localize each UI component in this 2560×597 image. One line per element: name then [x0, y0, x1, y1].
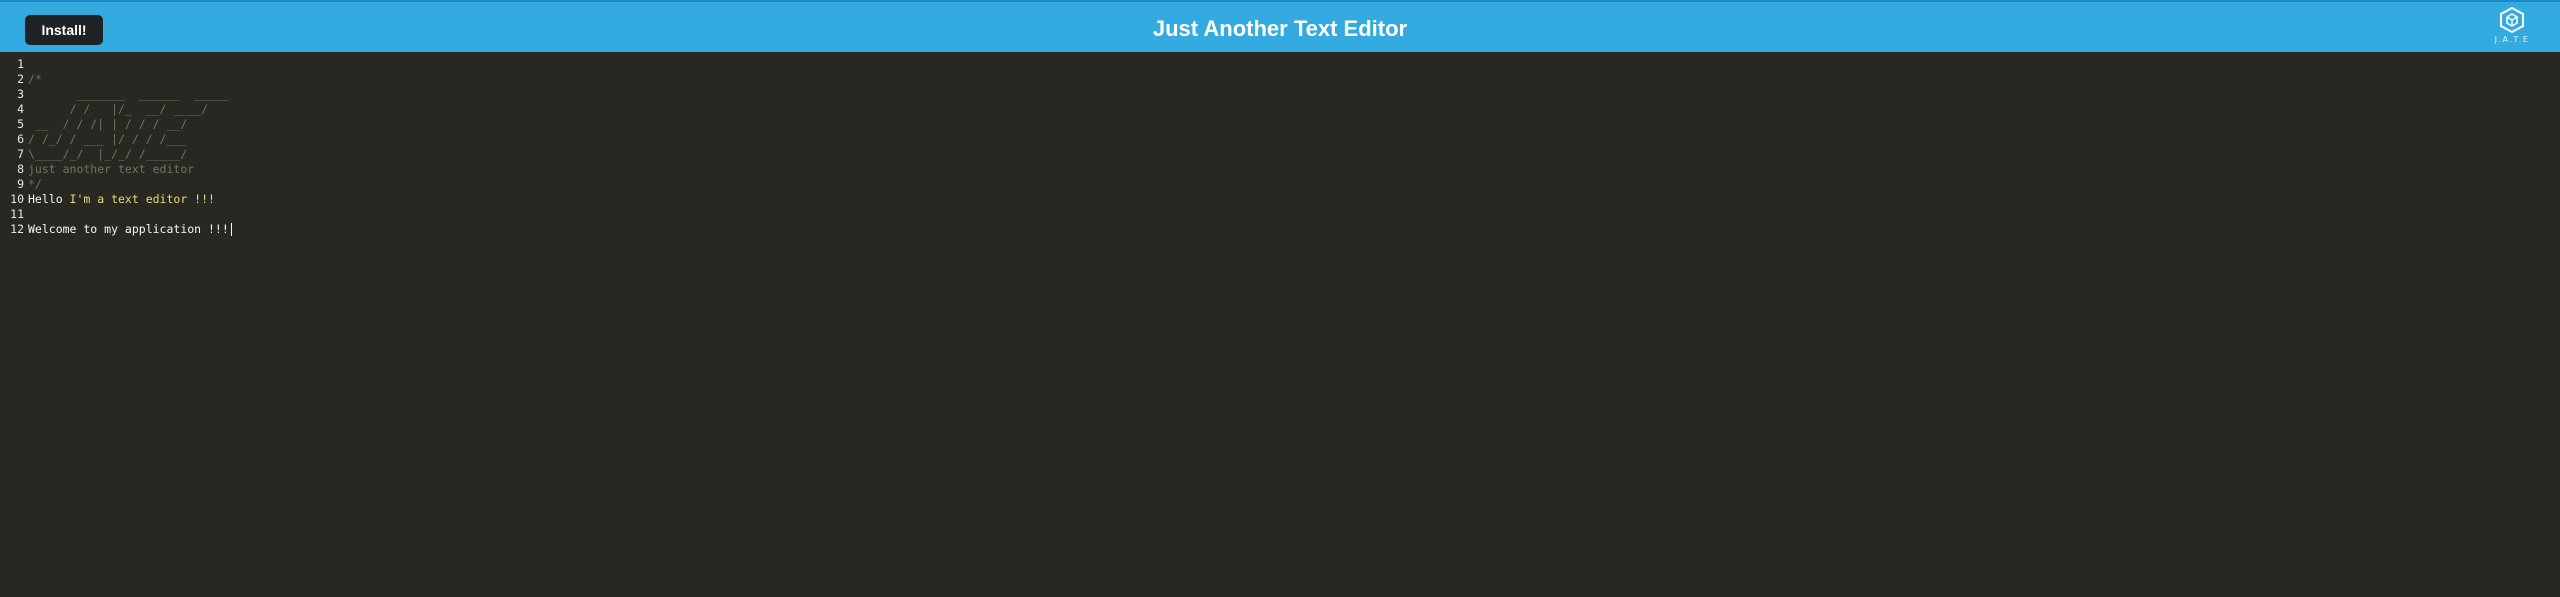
code-text: Welcome to my application !!! — [28, 222, 229, 236]
code-comment: */ — [28, 177, 42, 191]
code-comment: _______ ______ _____ — [28, 87, 229, 101]
text-cursor — [230, 223, 232, 236]
editor-line[interactable]: 6 / /_/ / ___ |/ / / /___ — [0, 132, 2560, 147]
line-content: /* — [28, 72, 42, 87]
line-content: Hello I'm a text editor !!! — [28, 192, 215, 207]
code-comment: just another text editor — [28, 162, 195, 176]
line-number: 11 — [10, 207, 24, 221]
code-comment: / /_/ / ___ |/ / / /___ — [28, 132, 188, 146]
editor-line[interactable]: 12 Welcome to my application !!! — [0, 222, 2560, 237]
editor-line[interactable]: 7 \____/_/ |_/_/ /_____/ — [0, 147, 2560, 162]
editor-line[interactable]: 1 — [0, 57, 2560, 72]
editor-line[interactable]: 9 */ — [0, 177, 2560, 192]
line-number: 12 — [10, 222, 24, 236]
line-content: just another text editor — [28, 162, 194, 177]
code-editor[interactable]: 1 2/* 3 _______ ______ _____ 4 / / |/_ __/ … — [0, 52, 2560, 597]
code-string: I'm a text editor !!! — [69, 192, 215, 206]
code-comment: __ / / /| | / / / __/ — [28, 117, 188, 131]
editor-line[interactable]: 3 _______ ______ _____ — [0, 87, 2560, 102]
code-text: Hello — [28, 192, 70, 206]
app-logo[interactable]: J.A.T.E — [2488, 6, 2536, 52]
line-number: 6 — [17, 132, 24, 146]
line-content: Welcome to my application !!! — [28, 222, 232, 237]
line-content: */ — [28, 177, 42, 192]
line-content: _______ ______ _____ — [28, 87, 229, 102]
line-number: 7 — [17, 147, 24, 161]
line-number: 1 — [17, 57, 24, 71]
line-number: 2 — [17, 72, 24, 86]
line-number: 10 — [10, 192, 24, 206]
install-button[interactable]: Install! — [25, 15, 103, 45]
editor-line[interactable]: 11 — [0, 207, 2560, 222]
editor-line[interactable]: 8 just another text editor — [0, 162, 2560, 177]
logo-text: J.A.T.E — [2494, 35, 2530, 44]
line-content: / /_/ / ___ |/ / / /___ — [28, 132, 187, 147]
app-title: Just Another Text Editor — [1152, 16, 1408, 41]
line-content: __ / / /| | / / / __/ — [28, 117, 187, 132]
line-content: / / |/_ __/ ____/ — [28, 102, 208, 117]
line-number: 4 — [17, 102, 24, 116]
line-number: 9 — [17, 177, 24, 191]
line-number: 3 — [17, 87, 24, 101]
cube-icon — [2500, 6, 2524, 34]
editor-line[interactable]: 2 /* — [0, 72, 2560, 87]
editor-line[interactable]: 5 __ / / /| | / / / __/ — [0, 117, 2560, 132]
editor-line[interactable]: 10 Hello I'm a text editor !!! — [0, 192, 2560, 207]
line-number: 5 — [17, 117, 24, 131]
navbar: Install! Just Another Text Editor J.A.T.… — [0, 0, 2560, 52]
code-comment: \____/_/ |_/_/ /_____/ — [28, 147, 188, 161]
code-comment: /* — [28, 72, 42, 86]
code-comment: / / |/_ __/ ____/ — [28, 102, 209, 116]
line-content: \____/_/ |_/_/ /_____/ — [28, 147, 187, 162]
line-number: 8 — [17, 162, 24, 176]
editor-line[interactable]: 4 / / |/_ __/ ____/ — [0, 102, 2560, 117]
